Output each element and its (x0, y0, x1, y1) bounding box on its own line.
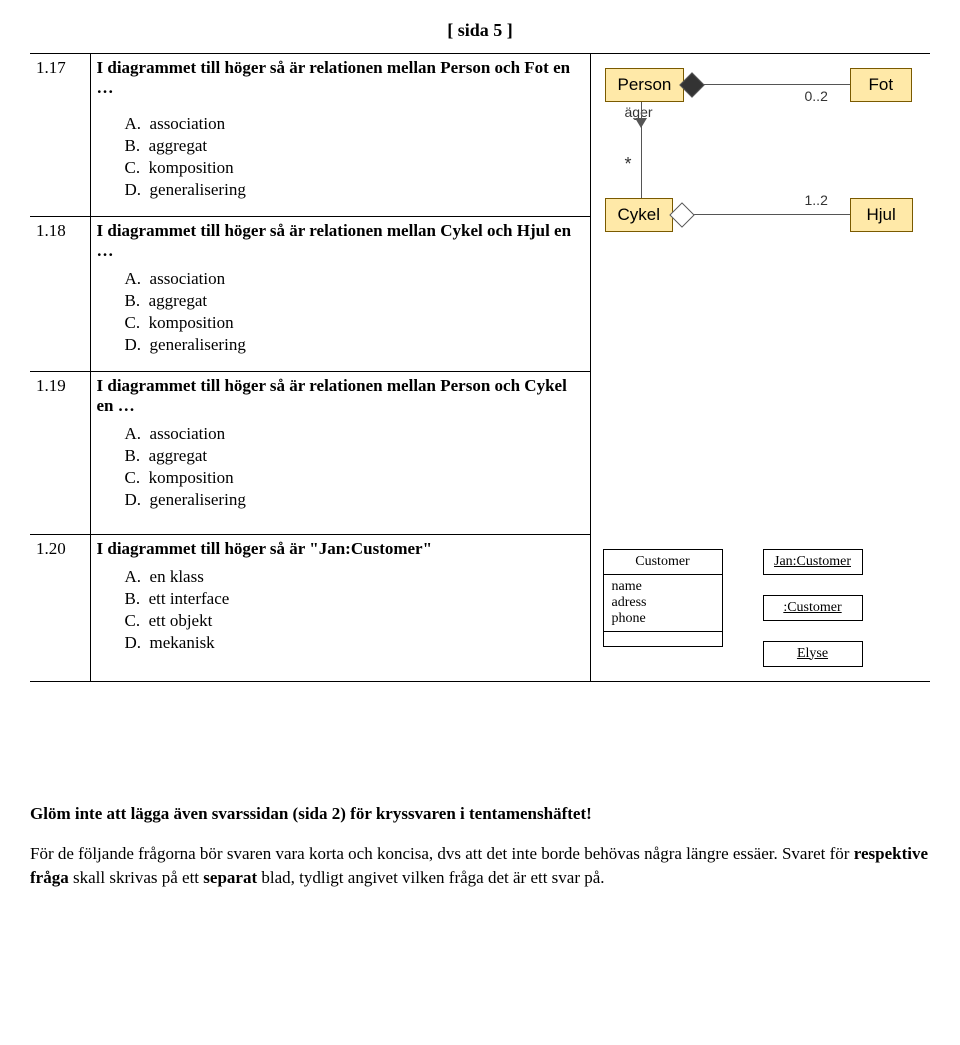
opt: A. association (125, 114, 584, 134)
opt: B. aggregat (125, 136, 584, 156)
uml-diagram-icon: Person Fot 0..2 äger * Cykel (595, 58, 925, 258)
opt: A. en klass (125, 567, 584, 587)
q117-options: A. association B. aggregat C. kompositio… (125, 114, 584, 200)
footer-text: Glöm inte att lägga även svarssidan (sid… (30, 802, 930, 890)
footer-line1: Glöm inte att lägga även svarssidan (sid… (30, 802, 930, 826)
q119-body: I diagrammet till höger så är relationen… (90, 372, 590, 527)
opt: D. generalisering (125, 180, 584, 200)
opt: A. association (125, 269, 584, 289)
q119-text: I diagrammet till höger så är relationen… (97, 376, 567, 415)
classbox-attrs: name adress phone (604, 575, 722, 632)
uml-mult-02: 0..2 (805, 88, 828, 104)
q120-body: I diagrammet till höger så är "Jan:Custo… (90, 535, 590, 682)
q120-text: I diagrammet till höger så är "Jan:Custo… (97, 539, 433, 558)
uml-line (641, 102, 642, 200)
opt: C. komposition (125, 158, 584, 178)
opt: D. generalisering (125, 335, 584, 355)
opt: C. komposition (125, 313, 584, 333)
opt: B. aggregat (125, 446, 584, 466)
q118-text: I diagrammet till höger så är relationen… (97, 221, 572, 260)
obj-jan-customer: Jan:Customer (763, 549, 863, 575)
obj-elyse: Elyse (763, 641, 863, 667)
arrow-icon (635, 118, 647, 128)
q117-text: I diagrammet till höger så är relationen… (97, 58, 571, 97)
opt: D. mekanisk (125, 633, 584, 653)
q119-num: 1.19 (30, 372, 90, 527)
q118-num: 1.18 (30, 217, 90, 372)
opt: C. komposition (125, 468, 584, 488)
opt: A. association (125, 424, 584, 444)
uml-mult-12: 1..2 (805, 192, 828, 208)
uml-mult-star: * (625, 154, 632, 175)
page-header: [ sida 5 ] (30, 20, 930, 41)
opt: C. ett objekt (125, 611, 584, 631)
uml-cykel-box: Cykel (605, 198, 674, 232)
classfig-cell: Customer name adress phone Jan:Customer … (590, 535, 930, 682)
obj-customer: :Customer (763, 595, 863, 621)
q120-options: A. en klass B. ett interface C. ett obje… (125, 567, 584, 653)
uml-fot-box: Fot (850, 68, 913, 102)
uml-line (695, 84, 850, 85)
classbox-title: Customer (604, 550, 722, 575)
customer-classbox: Customer name adress phone (603, 549, 723, 647)
q119-options: A. association B. aggregat C. kompositio… (125, 424, 584, 510)
uml-person-box: Person (605, 68, 685, 102)
uml-line (685, 214, 850, 215)
q117-num: 1.17 (30, 54, 90, 103)
question-table: 1.17 I diagrammet till höger så är relat… (30, 53, 930, 682)
q118-options: A. association B. aggregat C. kompositio… (125, 269, 584, 355)
opt: B. aggregat (125, 291, 584, 311)
q120-num: 1.20 (30, 535, 90, 682)
uml-figure-cell: Person Fot 0..2 äger * Cykel (590, 54, 930, 535)
class-object-diagram-icon: Customer name adress phone Jan:Customer … (595, 539, 927, 677)
opt: D. generalisering (125, 490, 584, 510)
classbox-ops (604, 632, 722, 646)
uml-hjul-box: Hjul (850, 198, 913, 232)
q118-body: I diagrammet till höger så är relationen… (90, 217, 590, 372)
opt: B. ett interface (125, 589, 584, 609)
footer-line2: För de följande frågorna bör svaren vara… (30, 842, 930, 890)
q117-body: I diagrammet till höger så är relationen… (90, 54, 590, 103)
